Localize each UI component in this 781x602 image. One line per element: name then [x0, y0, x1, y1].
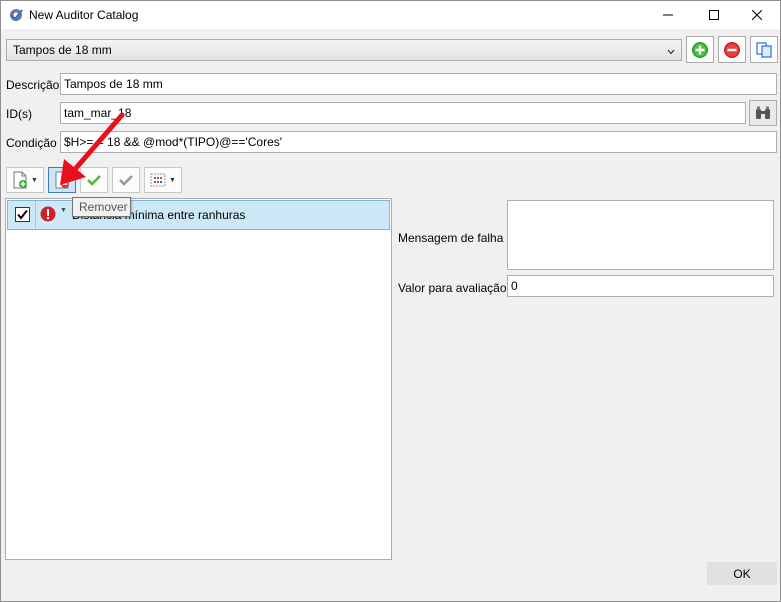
descricao-label: Descrição	[6, 78, 60, 92]
remove-tooltip: Remover	[72, 197, 131, 217]
new-document-add-icon	[13, 171, 28, 189]
app-gear-check-icon	[8, 7, 24, 23]
ids-label: ID(s)	[6, 107, 32, 121]
condicao-label: Condição	[6, 136, 57, 150]
add-circle-icon	[692, 41, 708, 58]
ok-button[interactable]: OK	[707, 562, 777, 585]
checkmark-icon	[17, 209, 28, 220]
close-button[interactable]	[734, 1, 780, 29]
view-options-dropdown-button[interactable]: ▼	[144, 167, 182, 193]
add-catalog-button[interactable]	[686, 36, 714, 63]
close-icon	[752, 10, 762, 20]
status-dropdown-caret-icon[interactable]: ▼	[60, 207, 67, 214]
minimize-icon	[663, 14, 673, 16]
maximize-button[interactable]	[691, 1, 737, 29]
error-icon[interactable]	[40, 206, 56, 222]
red-arrow-annotation	[60, 112, 125, 185]
ids-field[interactable]	[60, 102, 746, 124]
copy-icon	[756, 41, 772, 58]
mensagem-label: Mensagem de falha	[398, 231, 504, 245]
rule-list: ▼ Distância mínima entre ranhuras	[5, 198, 392, 560]
row-separator	[35, 201, 36, 229]
chevron-down-icon	[667, 45, 675, 59]
search-ids-button[interactable]	[749, 100, 777, 126]
copy-catalog-button[interactable]	[750, 36, 778, 63]
minimize-button[interactable]	[645, 1, 691, 29]
remove-catalog-button[interactable]	[718, 36, 746, 63]
descricao-field[interactable]	[60, 73, 777, 95]
add-rule-dropdown-button[interactable]: ▼	[6, 167, 44, 193]
valor-field[interactable]	[507, 275, 774, 297]
dropdown-caret-icon: ▼	[169, 176, 176, 184]
rule-enabled-checkbox[interactable]	[15, 207, 30, 222]
remove-circle-icon	[724, 41, 740, 58]
window-title: New Auditor Catalog	[29, 8, 139, 22]
mensagem-field[interactable]	[507, 200, 774, 270]
catalog-select-value: Tampos de 18 mm	[13, 43, 112, 57]
condicao-field[interactable]	[60, 131, 777, 153]
maximize-icon	[709, 10, 719, 20]
dropdown-caret-icon: ▼	[31, 176, 38, 184]
list-item[interactable]: ▼ Distância mínima entre ranhuras	[7, 200, 390, 230]
grid-dots-icon	[150, 173, 166, 187]
valor-label: Valor para avaliação	[398, 281, 507, 295]
catalog-select[interactable]: Tampos de 18 mm	[6, 39, 682, 61]
binoculars-icon	[756, 106, 770, 119]
window: New Auditor Catalog Tampos de 18 mm Desc…	[0, 0, 781, 602]
title-bar: New Auditor Catalog	[1, 1, 780, 29]
